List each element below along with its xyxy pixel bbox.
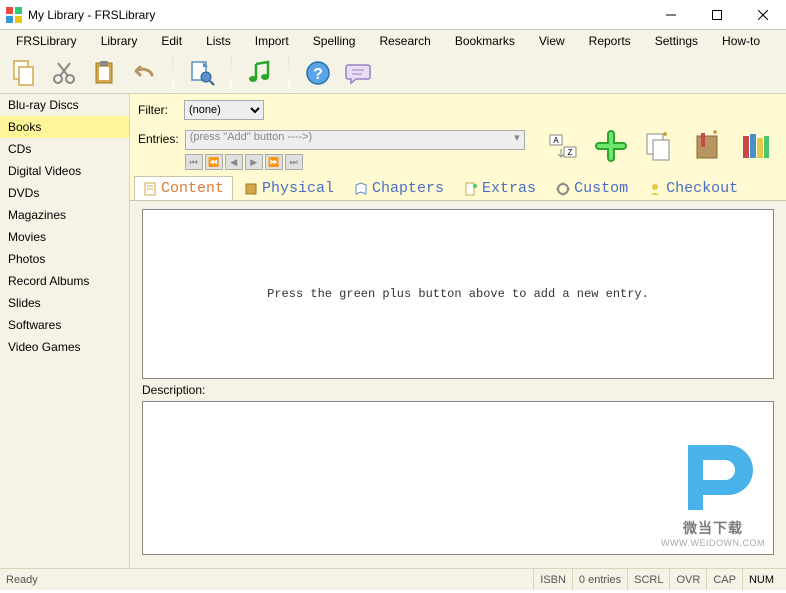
menu-howto[interactable]: How-to xyxy=(710,32,772,50)
menu-bookmarks[interactable]: Bookmarks xyxy=(443,32,527,50)
sidebar-item-photos[interactable]: Photos xyxy=(0,248,129,270)
sidebar-item-magazines[interactable]: Magazines xyxy=(0,204,129,226)
window-title: My Library - FRSLibrary xyxy=(28,8,648,22)
maximize-button[interactable] xyxy=(694,0,740,30)
duplicate-button[interactable] xyxy=(643,130,675,162)
chat-button[interactable] xyxy=(342,57,374,89)
tab-extras[interactable]: Extras xyxy=(455,176,545,200)
description-label: Description: xyxy=(142,383,774,397)
toolbar: ? xyxy=(0,52,786,94)
menu-frslibrary[interactable]: FRSLibrary xyxy=(4,32,89,50)
svg-text:A: A xyxy=(553,136,559,145)
menu-settings[interactable]: Settings xyxy=(643,32,710,50)
library-button[interactable] xyxy=(739,130,771,162)
toolbar-separator xyxy=(172,57,174,89)
toolbar-separator xyxy=(288,57,290,89)
status-entries: 0 entries xyxy=(572,569,627,590)
status-cap: CAP xyxy=(706,569,742,590)
sidebar: Blu-ray Discs Books CDs Digital Videos D… xyxy=(0,94,130,568)
watermark-url: WWW.WEIDOWN.COM xyxy=(661,538,765,548)
nav-last-button[interactable]: ⏭ xyxy=(285,154,303,170)
watermark: 微当下载 WWW.WEIDOWN.COM xyxy=(661,435,765,548)
tab-physical[interactable]: Physical xyxy=(235,176,343,200)
help-button[interactable]: ? xyxy=(302,57,334,89)
menu-view[interactable]: View xyxy=(527,32,577,50)
sidebar-item-bluray[interactable]: Blu-ray Discs xyxy=(0,94,129,116)
tab-custom[interactable]: Custom xyxy=(547,176,637,200)
menu-reports[interactable]: Reports xyxy=(577,32,643,50)
entries-dropdown[interactable]: (press "Add" button ---->) ▾ xyxy=(185,130,525,150)
menu-spelling[interactable]: Spelling xyxy=(301,32,368,50)
nav-first-button[interactable]: ⏮ xyxy=(185,154,203,170)
sidebar-item-video-games[interactable]: Video Games xyxy=(0,336,129,358)
entries-hint: Press the green plus button above to add… xyxy=(267,287,649,301)
menu-import[interactable]: Import xyxy=(243,32,301,50)
status-isbn: ISBN xyxy=(533,569,572,590)
statusbar: Ready ISBN 0 entries SCRL OVR CAP NUM xyxy=(0,568,786,590)
filter-label: Filter: xyxy=(138,103,178,117)
titlebar: My Library - FRSLibrary xyxy=(0,0,786,30)
filter-row: Filter: (none) xyxy=(130,94,786,126)
status-ovr: OVR xyxy=(669,569,706,590)
tab-content[interactable]: Content xyxy=(134,176,233,200)
copy-button[interactable] xyxy=(8,57,40,89)
sidebar-item-record-albums[interactable]: Record Albums xyxy=(0,270,129,292)
entries-row: Entries: (press "Add" button ---->) ▾ ⏮ … xyxy=(130,126,786,174)
cut-button[interactable] xyxy=(48,57,80,89)
sidebar-item-dvds[interactable]: DVDs xyxy=(0,182,129,204)
svg-text:?: ? xyxy=(313,66,323,83)
toolbar-separator xyxy=(230,57,232,89)
entries-list: Press the green plus button above to add… xyxy=(142,209,774,379)
bookmark-button[interactable] xyxy=(691,130,723,162)
tabs: Content Physical Chapters Extras Custom … xyxy=(130,174,786,201)
sidebar-item-books[interactable]: Books xyxy=(0,116,129,138)
sidebar-item-digital-videos[interactable]: Digital Videos xyxy=(0,160,129,182)
entries-nav: ⏮ ⏪ ◀ ▶ ⏩ ⏭ xyxy=(185,154,525,170)
svg-text:Z: Z xyxy=(567,148,572,157)
nav-prev-button[interactable]: ◀ xyxy=(225,154,243,170)
undo-button[interactable] xyxy=(128,57,160,89)
sort-button[interactable]: AZ xyxy=(547,130,579,162)
description-box[interactable]: 微当下载 WWW.WEIDOWN.COM xyxy=(142,401,774,555)
menubar: FRSLibrary Library Edit Lists Import Spe… xyxy=(0,30,786,52)
status-scrl: SCRL xyxy=(627,569,669,590)
nav-next-fast-button[interactable]: ⏩ xyxy=(265,154,283,170)
sidebar-item-cds[interactable]: CDs xyxy=(0,138,129,160)
menu-library[interactable]: Library xyxy=(89,32,150,50)
sidebar-item-softwares[interactable]: Softwares xyxy=(0,314,129,336)
status-ready: Ready xyxy=(6,574,38,586)
sidebar-item-slides[interactable]: Slides xyxy=(0,292,129,314)
nav-prev-fast-button[interactable]: ⏪ xyxy=(205,154,223,170)
minimize-button[interactable] xyxy=(648,0,694,30)
sidebar-item-movies[interactable]: Movies xyxy=(0,226,129,248)
tab-chapters[interactable]: Chapters xyxy=(345,176,453,200)
add-button[interactable] xyxy=(595,130,627,162)
music-button[interactable] xyxy=(244,57,276,89)
menu-lists[interactable]: Lists xyxy=(194,32,243,50)
filter-select[interactable]: (none) xyxy=(184,100,264,120)
status-num: NUM xyxy=(742,569,780,590)
paste-button[interactable] xyxy=(88,57,120,89)
menu-edit[interactable]: Edit xyxy=(149,32,194,50)
menu-research[interactable]: Research xyxy=(367,32,442,50)
nav-next-button[interactable]: ▶ xyxy=(245,154,263,170)
app-logo-icon xyxy=(6,7,22,23)
find-button[interactable] xyxy=(186,57,218,89)
entries-label: Entries: xyxy=(138,130,179,146)
watermark-text: 微当下载 xyxy=(661,518,765,538)
close-button[interactable] xyxy=(740,0,786,30)
tab-checkout[interactable]: Checkout xyxy=(639,176,747,200)
